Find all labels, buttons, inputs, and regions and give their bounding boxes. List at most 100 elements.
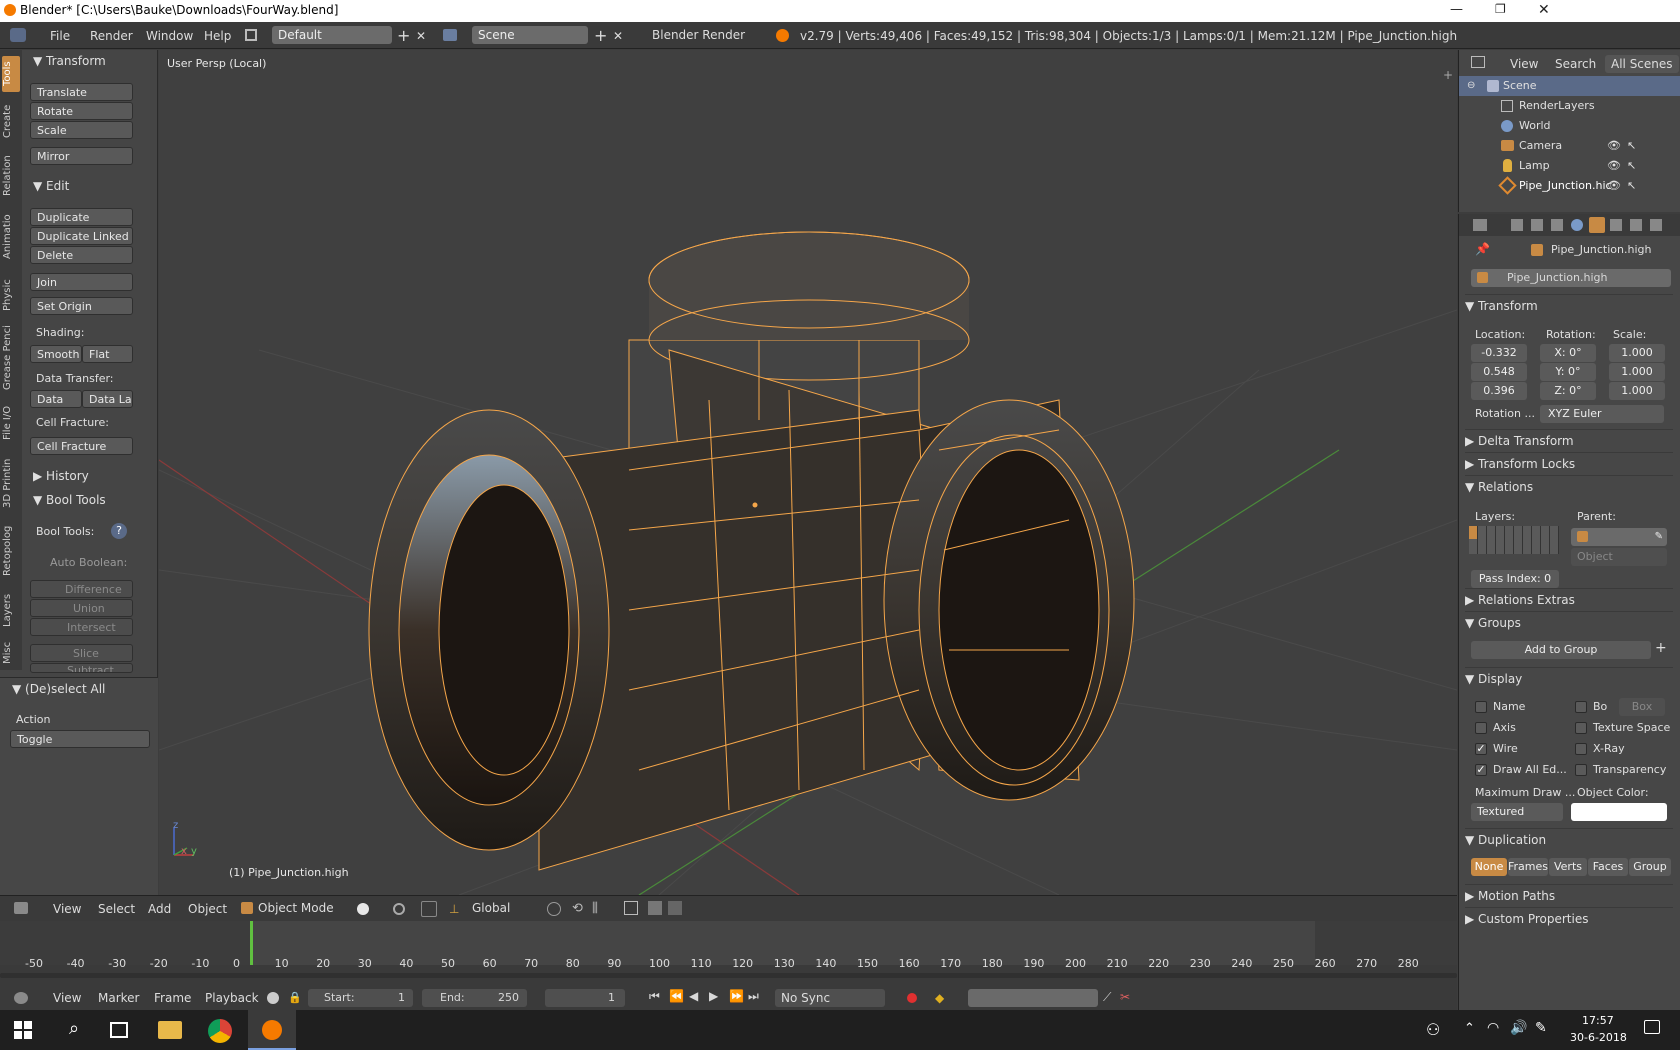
outliner-menu-view[interactable]: View — [1510, 55, 1538, 73]
transform-panel-header[interactable]: ▼ Transform — [33, 54, 106, 68]
insert-keyframe-icon[interactable]: ⟋ — [1103, 990, 1111, 1005]
notifications-icon[interactable] — [1644, 1020, 1660, 1034]
tab-layers[interactable]: Layers — [2, 588, 20, 632]
keying-set-field[interactable] — [968, 989, 1098, 1007]
3d-viewport[interactable]: User Persp (Local) (1) Pipe_Junction.hig… — [159, 50, 1457, 895]
data-button[interactable]: Data — [30, 390, 82, 408]
modifiers-tab-icon[interactable] — [1630, 219, 1642, 231]
location-z-field[interactable]: 0.396 — [1471, 382, 1527, 400]
vp-menu-select[interactable]: Select — [98, 900, 135, 918]
transparency-checkbox[interactable] — [1575, 764, 1587, 776]
object-name-field[interactable]: Pipe_Junction.high — [1471, 269, 1671, 287]
tab-misc[interactable]: Misc — [2, 638, 20, 668]
deselect-all-panel-header[interactable]: ▼ (De)select All — [12, 682, 105, 696]
show-hidden-icons[interactable]: ⌃ — [1464, 1021, 1475, 1036]
tl-menu-frame[interactable]: Frame — [154, 989, 191, 1007]
pin-icon[interactable]: 📌 — [1475, 242, 1490, 256]
scale-button[interactable]: Scale — [30, 121, 133, 139]
object-color-swatch[interactable] — [1571, 803, 1667, 821]
current-frame-field[interactable]: 1 — [545, 989, 625, 1007]
outliner-display-mode[interactable]: All Scenes — [1605, 55, 1679, 73]
jump-end-icon[interactable]: ⏭ — [748, 989, 759, 1004]
next-keyframe-icon[interactable]: ⏩ — [729, 989, 744, 1003]
play-reverse-icon[interactable]: ◀ — [689, 989, 698, 1003]
tab-relation[interactable]: Relation — [2, 150, 20, 202]
union-button[interactable]: Union — [30, 599, 133, 617]
blender-taskbar-item[interactable] — [248, 1010, 296, 1050]
outliner-row-camera[interactable]: Camera 👁 ↖ — [1459, 136, 1680, 156]
delete-keyframe-icon[interactable]: ✂ — [1120, 990, 1130, 1004]
parent-field[interactable]: ✎ — [1571, 528, 1667, 546]
sync-selector[interactable]: No Sync — [775, 989, 885, 1007]
difference-button[interactable]: Difference — [30, 580, 133, 598]
windows-start-icon[interactable] — [14, 1021, 32, 1039]
selectable-cursor-icon[interactable]: ↖ — [1627, 176, 1636, 196]
outliner-editor-icon[interactable] — [1471, 56, 1485, 68]
tl-menu-view[interactable]: View — [53, 989, 81, 1007]
duplication-panel-header[interactable]: ▼ Duplication — [1465, 828, 1673, 850]
join-button[interactable]: Join — [30, 273, 133, 291]
snap-element-icon[interactable]: ⫼ — [592, 901, 598, 916]
layer-grid[interactable] — [1469, 526, 1559, 554]
dup-frames-button[interactable]: Frames — [1508, 858, 1548, 876]
timeline[interactable]: -50 -40 -30 -20 -10 0 10 20 30 40 50 60 70 80 90 100 110… — [0, 921, 1457, 986]
transform-orientation-selector[interactable]: Global — [466, 899, 536, 917]
jump-start-icon[interactable]: ⏮ — [649, 989, 660, 1004]
keyframe-icon[interactable]: ◆ — [935, 991, 944, 1005]
rotation-x-field[interactable]: X: 0° — [1540, 344, 1596, 362]
slice-button[interactable]: Slice — [30, 644, 133, 662]
bounds-type-selector[interactable]: Box — [1619, 698, 1665, 716]
clock-date[interactable]: 30-6-2018 — [1570, 1031, 1627, 1044]
tab-animation[interactable]: Animatio — [2, 208, 20, 266]
add-to-group-button[interactable]: Add to Group — [1471, 641, 1651, 659]
vp-menu-view[interactable]: View — [53, 900, 81, 918]
manipulator-icon[interactable] — [421, 901, 437, 917]
delete-button[interactable]: Delete — [30, 246, 133, 264]
history-panel-header[interactable]: ▶ History — [33, 469, 89, 483]
task-view-icon[interactable] — [110, 1022, 128, 1038]
snap-icon[interactable]: ⟲ — [572, 901, 583, 916]
motion-paths-panel-header[interactable]: ▶ Motion Paths — [1465, 884, 1673, 906]
close-icon[interactable]: ✕ — [1538, 2, 1550, 18]
chrome-icon[interactable] — [208, 1019, 232, 1043]
data-tab-icon[interactable] — [1650, 219, 1662, 231]
constraints-tab-icon[interactable] — [1610, 219, 1622, 231]
duplicate-linked-button[interactable]: Duplicate Linked — [30, 227, 133, 245]
delta-transform-panel-header[interactable]: ▶ Delta Transform — [1465, 429, 1673, 451]
tab-grease-pencil[interactable]: Grease Penci — [2, 322, 20, 394]
record-icon[interactable] — [907, 993, 917, 1003]
display-wire-checkbox[interactable]: ✓ — [1475, 743, 1487, 755]
render-preview-icon[interactable] — [648, 901, 662, 915]
display-bounds-checkbox[interactable] — [1575, 701, 1587, 713]
file-explorer-icon[interactable] — [158, 1021, 182, 1039]
dup-verts-button[interactable]: Verts — [1549, 858, 1587, 876]
dup-group-button[interactable]: Group — [1629, 858, 1671, 876]
layout-grid-icon[interactable] — [245, 29, 257, 41]
layers-icon[interactable] — [624, 901, 638, 915]
action-toggle-dropdown[interactable]: Toggle — [10, 730, 150, 748]
tab-tools[interactable]: Tools — [2, 56, 20, 92]
scene-icon[interactable] — [443, 29, 457, 41]
tab-3d-printing[interactable]: 3D Printin — [2, 452, 20, 514]
timeline-editor-icon[interactable] — [14, 992, 28, 1004]
tab-physics[interactable]: Physic — [2, 274, 20, 316]
set-origin-button[interactable]: Set Origin — [30, 297, 133, 315]
eyedropper-icon[interactable]: ✎ — [1655, 528, 1663, 546]
visibility-eye-icon[interactable]: 👁 — [1607, 136, 1621, 156]
active-layer[interactable] — [1469, 526, 1477, 539]
people-icon[interactable]: ⚇ — [1426, 1020, 1440, 1039]
play-icon[interactable]: ▶ — [709, 989, 718, 1003]
vp-menu-object[interactable]: Object — [188, 900, 227, 918]
location-y-field[interactable]: 0.548 — [1471, 363, 1527, 381]
pivot-point-icon[interactable] — [393, 903, 405, 915]
tab-file-io[interactable]: File I/O — [2, 400, 20, 446]
proportional-edit-icon[interactable] — [547, 902, 561, 916]
viewport-shading-icon[interactable] — [357, 903, 369, 915]
vp-menu-add[interactable]: Add — [148, 900, 171, 918]
display-axis-checkbox[interactable] — [1475, 722, 1487, 734]
add-group-icon[interactable]: + — [1655, 640, 1667, 656]
scale-x-field[interactable]: 1.000 — [1609, 344, 1665, 362]
minimize-icon[interactable]: — — [1450, 2, 1463, 17]
menu-render[interactable]: Render — [90, 27, 133, 45]
scale-z-field[interactable]: 1.000 — [1609, 382, 1665, 400]
